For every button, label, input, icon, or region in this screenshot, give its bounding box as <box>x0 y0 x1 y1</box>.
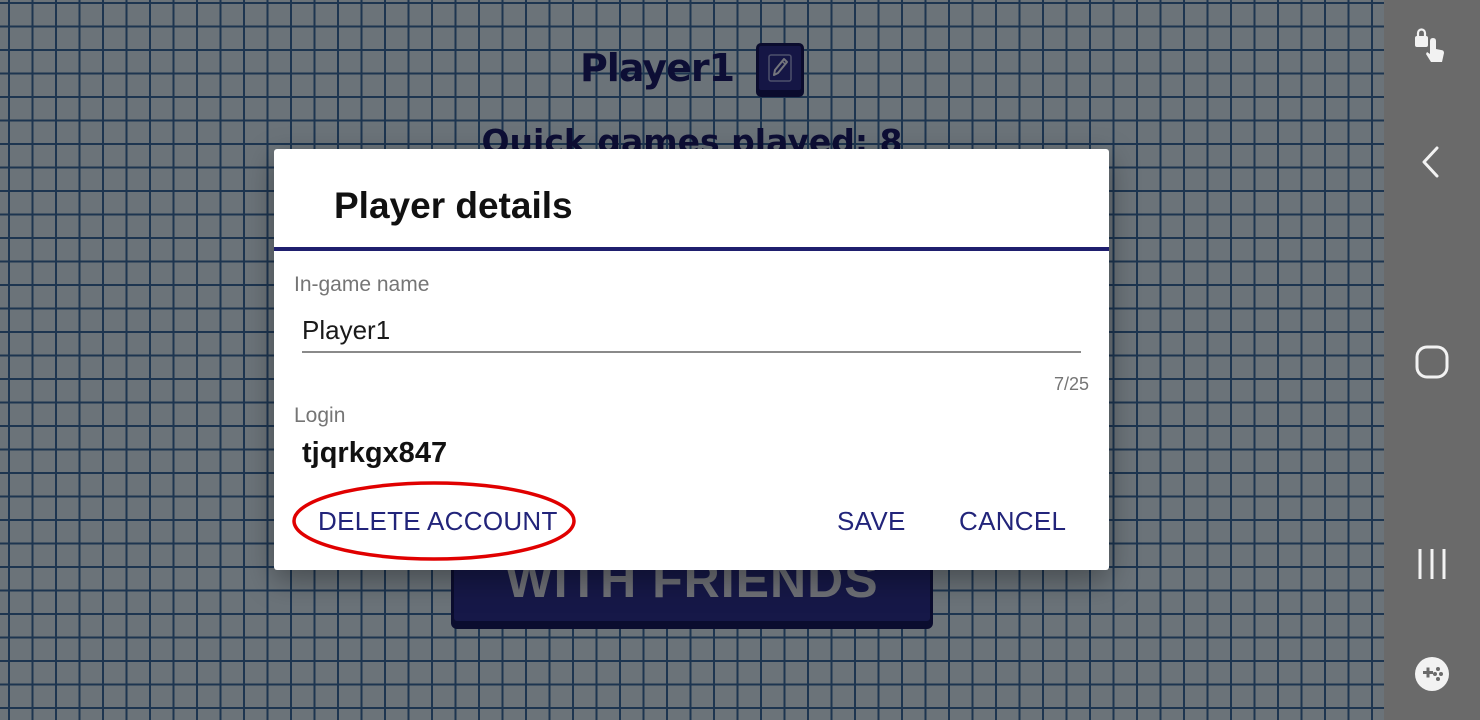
home-icon[interactable] <box>1412 342 1452 382</box>
in-game-name-input[interactable] <box>302 309 1081 353</box>
login-value: tjqrkgx847 <box>302 437 448 469</box>
dialog-divider <box>274 247 1109 251</box>
save-button[interactable]: SAVE <box>837 506 906 537</box>
dialog-title: Player details <box>334 185 573 226</box>
lock-touch-icon[interactable] <box>1412 26 1452 66</box>
cancel-button[interactable]: CANCEL <box>959 506 1066 537</box>
recents-icon[interactable] <box>1412 544 1452 584</box>
game-tools-icon[interactable] <box>1412 654 1452 694</box>
login-field-label: Login <box>294 404 346 427</box>
player-details-dialog: Player details In-game name 7/25 Login t… <box>274 149 1109 570</box>
delete-account-button[interactable]: DELETE ACCOUNT <box>318 506 558 537</box>
back-icon[interactable] <box>1412 142 1452 182</box>
navigation-bar <box>1384 0 1480 720</box>
screen: Player1 Quick games played: 8 WITH FRIEN… <box>0 0 1480 720</box>
char-counter: 7/25 <box>1053 374 1089 394</box>
name-field-label: In-game name <box>294 273 430 296</box>
